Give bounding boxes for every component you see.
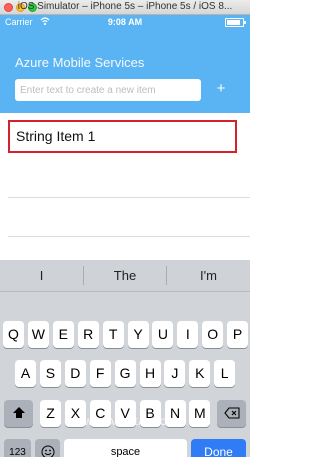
key-u[interactable]: U — [152, 321, 174, 348]
window-title: iOS Simulator – iPhone 5s – iPhone 5s / … — [17, 1, 233, 12]
battery-level — [227, 20, 240, 25]
key-j[interactable]: J — [164, 360, 186, 387]
key-b[interactable]: B — [139, 400, 161, 427]
new-item-input[interactable] — [15, 79, 201, 101]
key-t[interactable]: T — [102, 321, 124, 348]
done-key[interactable]: Done — [191, 439, 246, 457]
key-x[interactable]: X — [64, 400, 86, 427]
key-c[interactable]: C — [89, 400, 111, 427]
key-l[interactable]: L — [214, 360, 236, 387]
suggestion-bar: I The I'm — [0, 260, 250, 292]
key-s[interactable]: S — [39, 360, 61, 387]
app-header: Carrier 9:08 AM Azure Mobile Services + — [0, 15, 250, 113]
key-h[interactable]: H — [139, 360, 161, 387]
key-g[interactable]: G — [114, 360, 136, 387]
key-n[interactable]: N — [164, 400, 186, 427]
battery-icon — [225, 18, 246, 27]
empty-list-row — [8, 198, 250, 237]
emoji-key[interactable] — [35, 439, 60, 457]
key-v[interactable]: V — [114, 400, 136, 427]
key-f[interactable]: F — [89, 360, 111, 387]
key-m[interactable]: M — [189, 400, 211, 427]
space-key[interactable]: space — [64, 439, 187, 457]
status-bar: Carrier 9:08 AM — [0, 15, 250, 29]
list-item[interactable]: String Item 1 — [0, 113, 250, 159]
key-y[interactable]: Y — [127, 321, 149, 348]
iphone-screen: Carrier 9:08 AM Azure Mobile Services + … — [0, 15, 250, 457]
shift-arrow-icon — [12, 407, 25, 418]
key-r[interactable]: R — [77, 321, 99, 348]
backspace-icon — [223, 407, 240, 419]
empty-list-row — [8, 159, 250, 198]
key-o[interactable]: O — [202, 321, 224, 348]
key-q[interactable]: Q — [3, 321, 24, 348]
todo-list: String Item 1 — [0, 113, 250, 276]
suggestion-3[interactable]: I'm — [167, 260, 250, 291]
emoji-smiley-icon — [41, 445, 54, 457]
simulator-title-bar: iOS Simulator – iPhone 5s – iPhone 5s / … — [0, 0, 250, 15]
key-i[interactable]: I — [177, 321, 199, 348]
backspace-key[interactable] — [217, 400, 246, 427]
key-e[interactable]: E — [52, 321, 74, 348]
app-title: Azure Mobile Services — [15, 55, 145, 70]
shift-key[interactable] — [4, 400, 33, 427]
key-w[interactable]: W — [27, 321, 49, 348]
key-d[interactable]: D — [64, 360, 86, 387]
key-p[interactable]: P — [227, 321, 249, 348]
list-item-label: String Item 1 — [8, 120, 237, 153]
keyboard: I The I'm QWERTYUIOP ASDFGHJKL ZXCVBNM 1… — [0, 260, 250, 457]
add-item-button[interactable]: + — [211, 78, 231, 100]
key-k[interactable]: K — [189, 360, 211, 387]
numbers-key[interactable]: 123 — [4, 439, 31, 457]
key-a[interactable]: A — [15, 360, 36, 387]
status-time: 9:08 AM — [107, 17, 143, 27]
key-z[interactable]: Z — [40, 400, 61, 427]
suggestion-1[interactable]: I — [0, 260, 83, 291]
suggestion-2[interactable]: The — [84, 260, 166, 291]
